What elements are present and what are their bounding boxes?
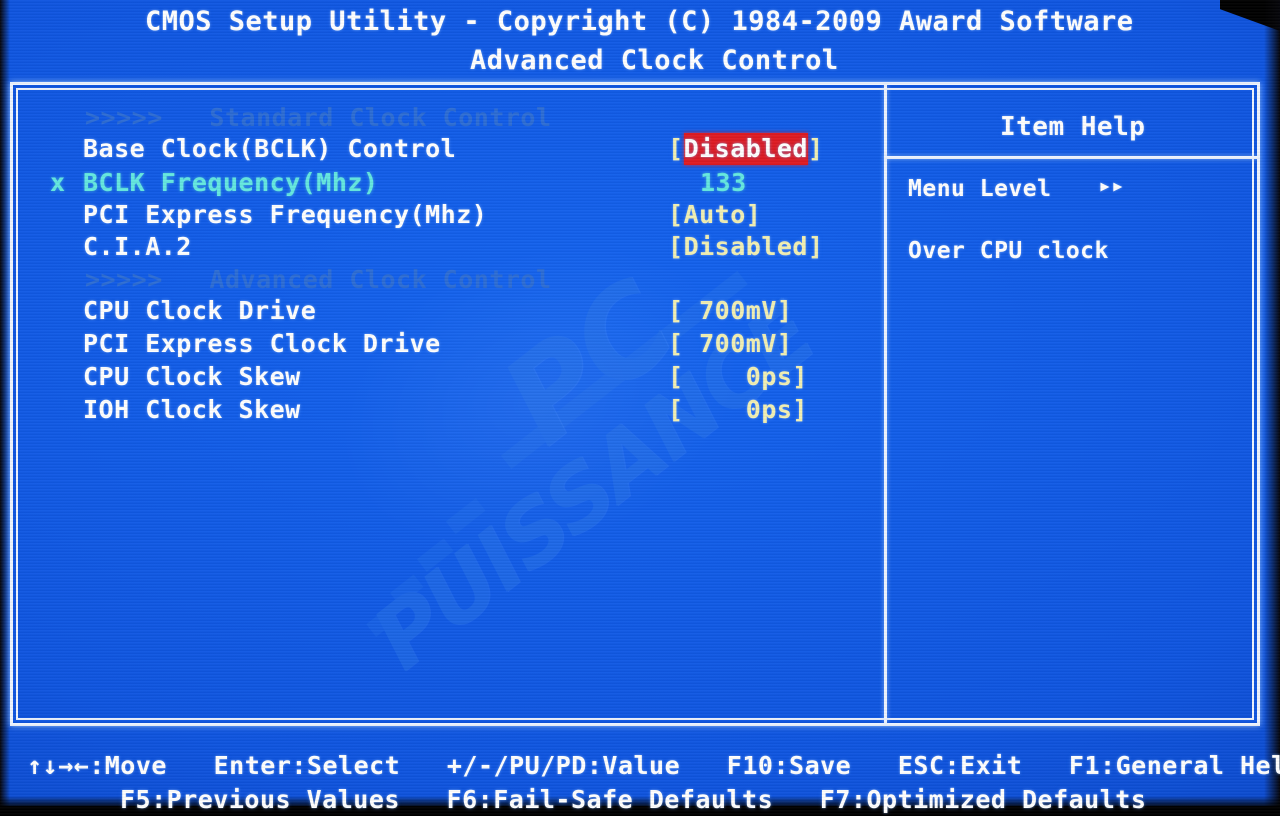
menu-value-cpu-clock-skew[interactable]: [ 0ps] — [668, 362, 808, 391]
bracket-close: ] — [745, 200, 762, 229]
menu-value-cpu-clock-drive[interactable]: [ 700mV] — [668, 296, 792, 325]
value-text: 700mV — [683, 296, 777, 325]
item-help-divider — [884, 156, 1258, 159]
value-text: Disabled — [683, 232, 808, 261]
menu-value-bclk-frequency: 133 — [700, 168, 747, 197]
menu-value-cia2[interactable]: [Disabled] — [668, 232, 824, 261]
menu-value-base-clock-control[interactable]: [Disabled] — [668, 133, 824, 165]
footer-shortcuts-line-1: ↑↓→←:Move Enter:Select +/-/PU/PD:Value F… — [27, 751, 1280, 780]
footer-shortcuts-line-2: F5:Previous Values F6:Fail-Safe Defaults… — [120, 785, 1147, 814]
bios-screen: PC PUISSANCE CMOS Setup Utility - Copyri… — [0, 0, 1280, 816]
bracket-open: [ — [668, 134, 684, 163]
value-text: 0ps — [683, 395, 793, 424]
status-badge-selected-value: Disabled — [683, 133, 808, 165]
menu-label-pci-express-clock-drive: PCI Express Clock Drive — [83, 329, 441, 358]
section-header-advanced-clock-control: >>>>> Advanced Clock Control — [85, 265, 552, 294]
item-help-description: Over CPU clock — [908, 238, 1109, 264]
menu-label-pci-express-frequency: PCI Express Frequency(Mhz) — [83, 200, 488, 229]
bezel-right — [1264, 0, 1280, 816]
bracket-close: ] — [776, 296, 793, 325]
menu-label-cpu-clock-drive: CPU Clock Drive — [83, 296, 317, 325]
value-text: 700mV — [683, 329, 777, 358]
bracket-close: ] — [807, 134, 824, 163]
item-help-menu-level-label: Menu Level — [908, 176, 1052, 202]
menu-label-bclk-frequency: BCLK Frequency(Mhz) — [83, 168, 379, 197]
page-title: CMOS Setup Utility - Copyright (C) 1984-… — [145, 6, 1134, 37]
bracket-close: ] — [792, 395, 808, 424]
bracket-open: [ — [668, 329, 684, 358]
bracket-close: ] — [776, 329, 793, 358]
double-chevron-right-icon: ▸▸ — [1098, 173, 1125, 199]
value-text: 0ps — [683, 362, 793, 391]
menu-disabled-marker: x — [50, 168, 66, 197]
value-text: Auto — [683, 200, 746, 229]
bracket-open: [ — [668, 296, 684, 325]
menu-value-pci-express-clock-drive[interactable]: [ 700mV] — [668, 329, 792, 358]
menu-value-pci-express-frequency[interactable]: [Auto] — [668, 200, 761, 229]
menu-label-ioh-clock-skew: IOH Clock Skew — [83, 395, 301, 424]
page-subtitle: Advanced Clock Control — [470, 45, 839, 76]
bezel-left — [0, 0, 10, 816]
menu-value-ioh-clock-skew[interactable]: [ 0ps] — [668, 395, 808, 424]
bracket-open: [ — [668, 362, 684, 391]
item-help-title: Item Help — [1000, 112, 1146, 142]
panel-divider-vertical — [884, 85, 887, 723]
section-header-standard-clock-control: >>>>> Standard Clock Control — [85, 103, 552, 132]
bracket-close: ] — [807, 232, 824, 261]
bracket-open: [ — [668, 232, 684, 261]
bracket-close: ] — [792, 362, 808, 391]
menu-label-base-clock-control: Base Clock(BCLK) Control — [83, 134, 457, 163]
bracket-open: [ — [668, 395, 684, 424]
menu-label-cia2: C.I.A.2 — [83, 232, 192, 261]
bracket-open: [ — [668, 200, 684, 229]
menu-label-cpu-clock-skew: CPU Clock Skew — [83, 362, 301, 391]
